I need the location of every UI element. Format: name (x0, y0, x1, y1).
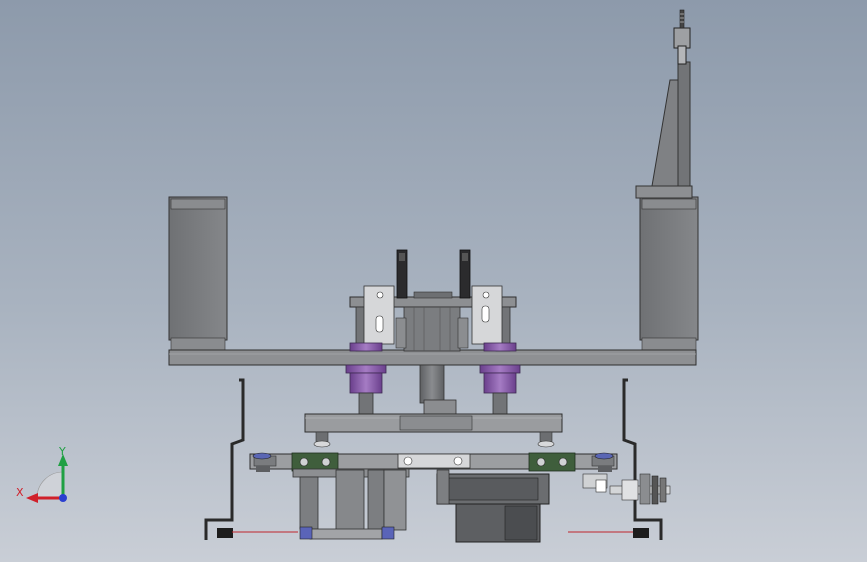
vertical-tower[interactable] (635, 9, 693, 199)
base-plate[interactable] (168, 349, 697, 366)
cylinder-block[interactable] (292, 468, 410, 540)
left-column[interactable] (168, 196, 228, 351)
axis-x-label: X (16, 486, 24, 499)
gear-assembly[interactable] (582, 473, 671, 505)
servo-motor[interactable] (436, 469, 550, 543)
green-block-left[interactable] (291, 452, 339, 472)
coordinate-triad-icon: Y X (16, 445, 68, 503)
center-shaft[interactable] (419, 364, 457, 417)
slider-center[interactable] (397, 453, 471, 469)
green-block-right[interactable] (528, 452, 576, 472)
assembly-drawing: Y X (16, 9, 699, 543)
axis-y-label: Y (58, 445, 66, 458)
lower-plate[interactable] (304, 413, 563, 448)
cad-viewport[interactable]: Y X (0, 0, 867, 562)
right-column[interactable] (639, 196, 699, 351)
